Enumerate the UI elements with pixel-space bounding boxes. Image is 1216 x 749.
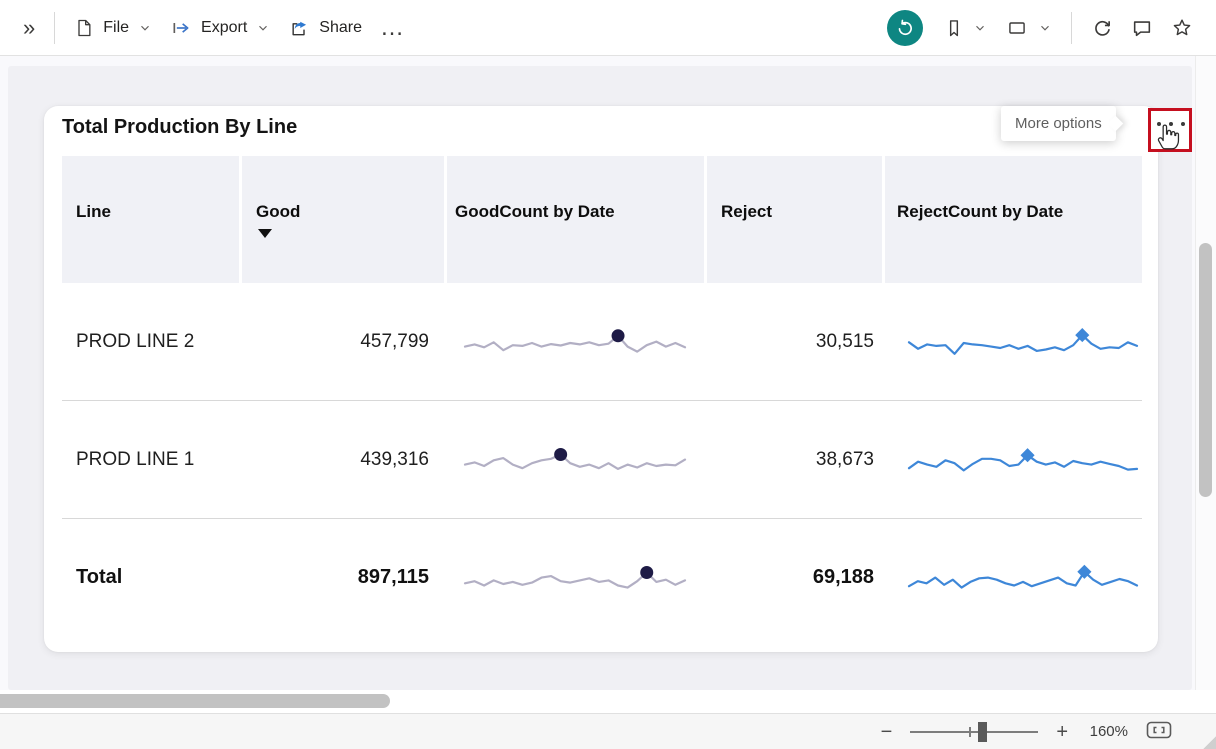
reject-value-cell: 30,515 [707,283,885,400]
favorite-button[interactable] [1162,11,1202,45]
share-icon [288,18,310,38]
zoom-slider[interactable] [910,722,1038,742]
horizontal-scrollbar-thumb[interactable] [0,694,390,708]
good-sparkline-cell [447,283,707,400]
visual-more-options-button[interactable] [1148,108,1192,152]
good-sparkline-cell [447,401,707,518]
view-button[interactable] [996,12,1061,44]
column-header-rejectcount-by-date[interactable]: RejectCount by Date [885,156,1142,283]
export-menu-label: Export [201,19,247,37]
reject-sparkline-cell [885,401,1142,518]
window-resize-grip[interactable] [1202,735,1216,749]
total-label-cell: Total [62,519,242,636]
top-toolbar: » File Export Share … [0,0,1216,56]
comments-button[interactable] [1122,11,1162,45]
column-header-label: Line [76,202,111,221]
reset-icon [895,18,915,38]
status-bar: − + 160% [0,713,1216,749]
fit-to-page-icon [1146,721,1172,739]
good-sparkline [463,556,687,600]
export-icon [170,18,192,38]
export-menu-button[interactable]: Export [161,12,279,44]
reject-sparkline-cell [885,519,1142,636]
table-row[interactable]: PROD LINE 1 439,316 38,673 [62,400,1142,518]
zoom-level: 160% [1086,723,1128,740]
report-canvas: Total Production By Line Line Good GoodC… [0,56,1196,690]
bookmarks-button[interactable] [935,11,996,45]
reset-to-default-button[interactable] [887,10,923,46]
line-cell: PROD LINE 1 [62,401,242,518]
visual-title: Total Production By Line [62,116,297,139]
reject-sparkline [907,320,1139,364]
chevron-down-icon [138,21,152,35]
good-sparkline-cell [447,519,707,636]
toolbar-divider [1071,12,1072,44]
tooltip-text: More options [1015,115,1102,132]
reject-total-cell: 69,188 [707,519,885,636]
good-value-cell: 439,316 [242,401,447,518]
more-toolbar-options-button[interactable]: … [371,10,414,46]
ellipsis-icon: … [380,16,405,40]
reject-sparkline [907,556,1139,600]
column-header-good[interactable]: Good [242,156,447,283]
plus-icon: + [1056,721,1068,743]
refresh-button[interactable] [1082,11,1122,45]
column-header-label: Good [256,202,300,221]
zoom-out-button[interactable]: − [877,722,897,742]
file-icon [74,18,94,38]
fit-to-page-button[interactable] [1142,721,1176,743]
column-header-label: Reject [721,202,772,221]
horizontal-scrollbar[interactable] [0,690,1216,713]
comment-icon [1131,17,1153,39]
reject-value-cell: 38,673 [707,401,885,518]
sort-descending-icon [258,229,272,238]
file-menu-label: File [103,19,129,37]
good-total-cell: 897,115 [242,519,447,636]
column-header-label: RejectCount by Date [897,202,1063,221]
column-header-reject[interactable]: Reject [707,156,885,283]
vertical-scrollbar-thumb[interactable] [1199,243,1212,497]
chevron-down-icon [256,21,270,35]
view-rectangle-icon [1005,18,1029,38]
bookmark-icon [944,17,964,39]
table-visual-card: Total Production By Line Line Good GoodC… [44,106,1158,652]
zoom-in-button[interactable]: + [1052,722,1072,742]
table-row[interactable]: PROD LINE 2 457,799 30,515 [62,283,1142,400]
file-menu-button[interactable]: File [65,12,161,44]
production-table: Line Good GoodCount by Date Reject Rejec… [62,156,1142,636]
zoom-slider-track [910,731,1038,733]
chevron-down-icon [973,21,987,35]
star-icon [1171,17,1193,39]
table-header-row: Line Good GoodCount by Date Reject Rejec… [62,156,1142,283]
good-sparkline [463,320,687,364]
minus-icon: − [881,721,893,743]
table-total-row[interactable]: Total 897,115 69,188 [62,518,1142,636]
hand-cursor-icon [1152,117,1186,153]
vertical-scrollbar[interactable] [1195,56,1216,690]
share-label: Share [319,19,362,37]
good-sparkline [463,438,687,482]
expand-pane-button[interactable]: » [14,11,44,45]
column-header-label: GoodCount by Date [455,202,615,221]
double-chevron-right-icon: » [23,17,35,39]
zoom-slider-thumb[interactable] [978,722,987,742]
reject-sparkline-cell [885,283,1142,400]
more-options-tooltip: More options [1001,106,1116,141]
column-header-line[interactable]: Line [62,156,242,283]
toolbar-divider [54,12,55,44]
good-value-cell: 457,799 [242,283,447,400]
zoom-slider-center-tick [969,727,971,737]
chevron-down-icon [1038,21,1052,35]
line-cell: PROD LINE 2 [62,283,242,400]
reject-sparkline [907,438,1139,482]
share-button[interactable]: Share [279,12,371,44]
refresh-icon [1091,17,1113,39]
column-header-goodcount-by-date[interactable]: GoodCount by Date [447,156,707,283]
